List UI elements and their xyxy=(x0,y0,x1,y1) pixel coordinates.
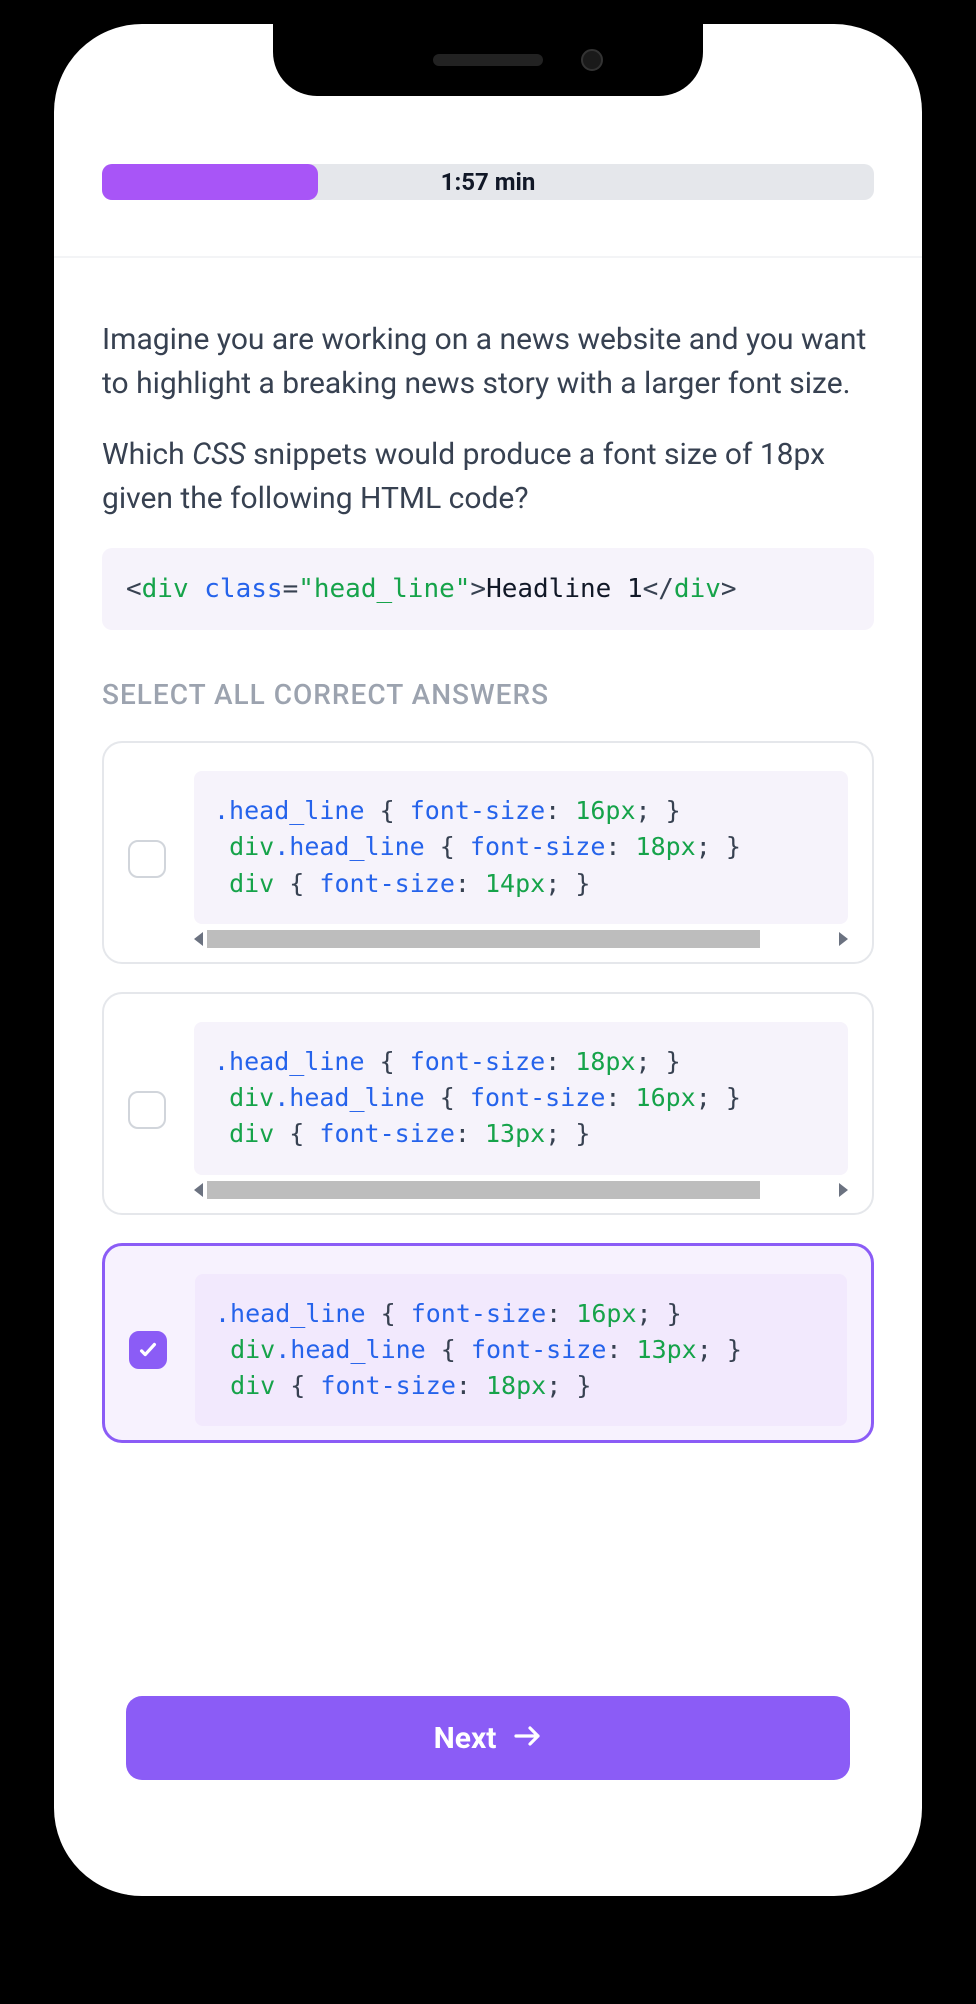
answer-option[interactable]: .head_line { font-size: 16px; } div.head… xyxy=(102,741,874,964)
notch-camera xyxy=(581,49,603,71)
timer-label: 1:57 min xyxy=(102,164,874,200)
next-button[interactable]: Next xyxy=(126,1696,850,1780)
html-code-snippet: <div class="head_line">Headline 1</div> xyxy=(102,548,874,630)
scrollbar-thumb[interactable] xyxy=(207,930,760,948)
next-button-label: Next xyxy=(434,1721,497,1756)
select-instruction: SELECT ALL CORRECT ANSWERS xyxy=(102,678,874,711)
answer-code-wrap: .head_line { font-size: 18px; } div.head… xyxy=(194,1022,848,1199)
scroll-right-icon[interactable] xyxy=(839,932,848,946)
css-code-snippet: .head_line { font-size: 16px; } div.head… xyxy=(194,771,848,924)
notch-speaker xyxy=(433,54,543,66)
phone-screen: 1:57 min Imagine you are working on a ne… xyxy=(54,24,922,1896)
progress-bar: 1:57 min xyxy=(102,164,874,200)
answers-list: .head_line { font-size: 16px; } div.head… xyxy=(102,741,874,1443)
checkbox[interactable] xyxy=(129,1331,167,1369)
scrollbar-track[interactable] xyxy=(207,1181,835,1199)
question-text-part: Which xyxy=(102,437,192,472)
arrow-right-icon xyxy=(514,1721,542,1756)
scroll-right-icon[interactable] xyxy=(839,1183,848,1197)
answer-code-wrap: .head_line { font-size: 16px; } div.head… xyxy=(195,1274,847,1427)
question-emphasis: CSS xyxy=(192,437,246,472)
checkbox[interactable] xyxy=(128,840,166,878)
answer-option[interactable]: .head_line { font-size: 18px; } div.head… xyxy=(102,992,874,1215)
answer-code-wrap: .head_line { font-size: 16px; } div.head… xyxy=(194,771,848,948)
phone-notch xyxy=(273,24,703,96)
divider xyxy=(54,256,922,258)
scrollbar-track[interactable] xyxy=(207,930,835,948)
css-code-snippet: .head_line { font-size: 18px; } div.head… xyxy=(194,1022,848,1175)
answer-option[interactable]: .head_line { font-size: 16px; } div.head… xyxy=(102,1243,874,1444)
scrollbar-thumb[interactable] xyxy=(207,1181,760,1199)
horizontal-scrollbar[interactable] xyxy=(194,1181,848,1199)
horizontal-scrollbar[interactable] xyxy=(194,930,848,948)
scroll-left-icon[interactable] xyxy=(194,932,203,946)
app-content: 1:57 min Imagine you are working on a ne… xyxy=(54,24,922,1896)
phone-frame: 1:57 min Imagine you are working on a ne… xyxy=(30,0,946,1920)
css-code-snippet: .head_line { font-size: 16px; } div.head… xyxy=(195,1274,847,1427)
scroll-left-icon[interactable] xyxy=(194,1183,203,1197)
checkbox[interactable] xyxy=(128,1091,166,1129)
question-paragraph-1: Imagine you are working on a news websit… xyxy=(102,318,874,405)
question-paragraph-2: Which CSS snippets would produce a font … xyxy=(102,433,874,520)
question-text: Imagine you are working on a news websit… xyxy=(102,318,874,520)
